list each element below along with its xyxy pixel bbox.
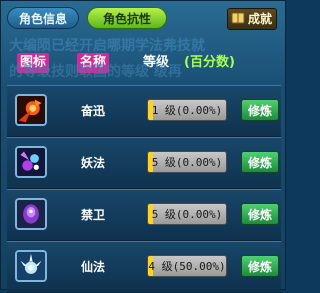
train-button[interactable]: 修炼 <box>241 203 279 225</box>
skill-row: 仙法 4 级(50.00%) 修炼 <box>7 241 281 293</box>
skill-level-text: 4 级(50.00%) <box>148 260 226 273</box>
tab-character-info[interactable]: 角色信息 <box>7 7 79 29</box>
train-button[interactable]: 修炼 <box>241 255 279 277</box>
tab-character-resistance[interactable]: 角色抗性 <box>87 7 167 29</box>
skill-row: 禁卫 5 级(0.00%) 修炼 <box>7 189 281 241</box>
skill-level-text: 5 级(0.00%) <box>151 208 223 221</box>
background-text-line-1: 大编陨已经开启哪期学法弗技就 <box>9 38 205 54</box>
achievement-label: 成就 <box>247 12 272 26</box>
skill-name: 仙法 <box>81 260 106 274</box>
skill-row: 奋迅 1 级(0.00%) 修炼 <box>7 85 281 137</box>
violet-orb-icon <box>15 198 47 230</box>
fire-burst-icon <box>15 94 47 126</box>
achievement-button[interactable]: 成就 <box>226 8 277 30</box>
skill-level: 5 级(0.00%) <box>147 203 227 225</box>
skill-level: 1 级(0.00%) <box>147 99 227 121</box>
skill-level-text: 5 级(0.00%) <box>151 156 223 169</box>
skill-name: 奋迅 <box>81 104 106 118</box>
skill-row: 妖法 5 级(0.00%) 修炼 <box>7 137 281 189</box>
purple-magic-icon <box>15 146 47 178</box>
train-button[interactable]: 修炼 <box>241 99 279 121</box>
skill-level: 5 级(0.00%) <box>147 151 227 173</box>
white-spark-icon <box>15 250 47 282</box>
character-panel: 角色信息 角色抗性 成就 大编陨已经开启哪期学法弗技就 图标 名称 等级 (百分… <box>0 0 286 293</box>
skill-level-text: 1 级(0.00%) <box>151 104 223 117</box>
skill-level: 4 级(50.00%) <box>147 255 227 277</box>
book-icon <box>231 12 245 24</box>
background-text-line-2: 的等级技则取国的等级 级再 <box>9 64 182 80</box>
skill-name: 禁卫 <box>81 208 106 222</box>
train-button[interactable]: 修炼 <box>241 151 279 173</box>
skill-name: 妖法 <box>81 156 106 170</box>
